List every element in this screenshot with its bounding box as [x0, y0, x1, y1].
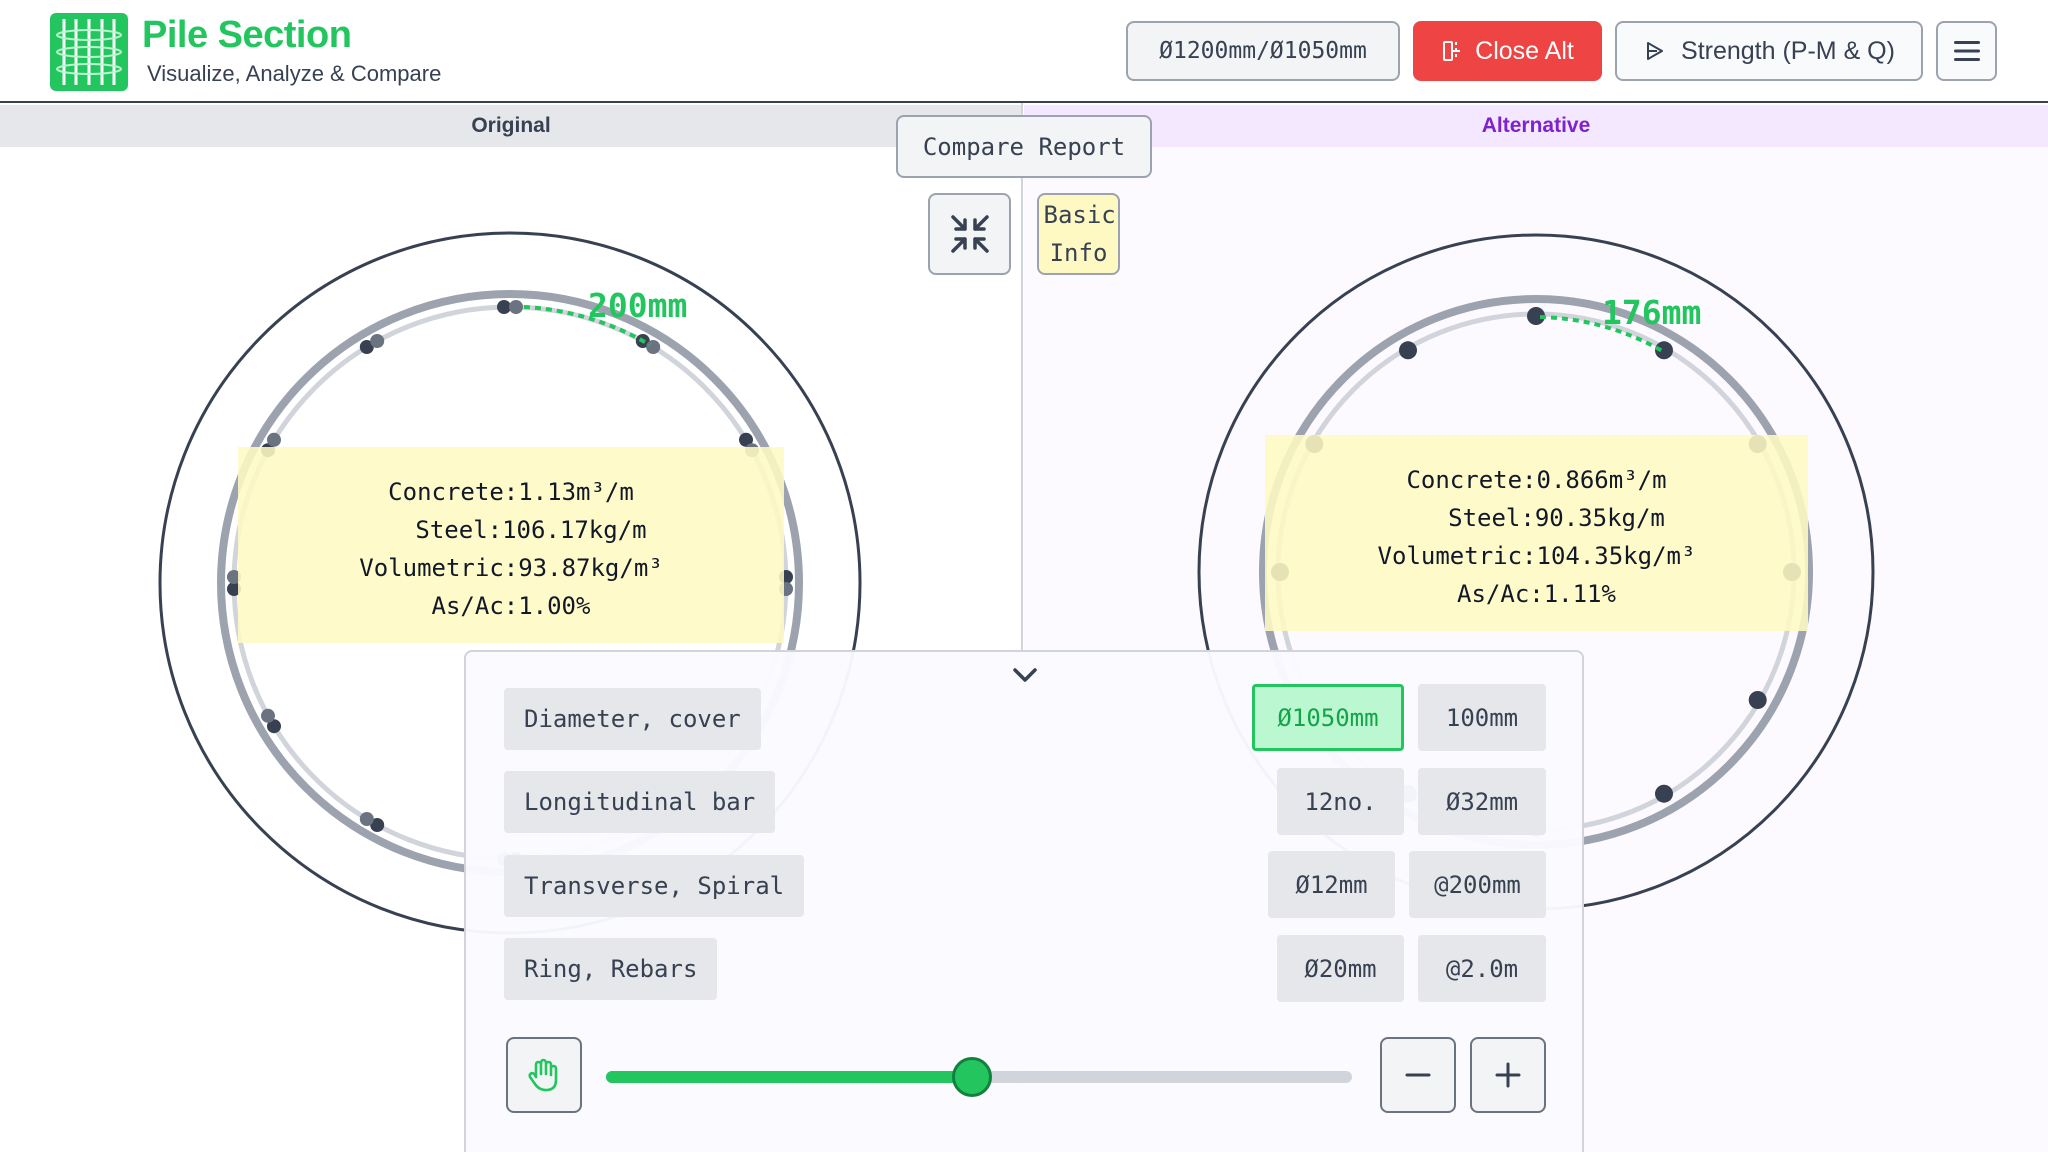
spiral-diameter-value[interactable]: Ø12mm	[1268, 851, 1395, 918]
bar-diameter-value-text: Ø32mm	[1445, 787, 1519, 816]
slider-thumb[interactable]	[951, 1057, 992, 1097]
collapse-arrows-icon	[950, 215, 989, 253]
alternative-volumetric: Volumetric:104.35kg/m³	[1377, 542, 1696, 570]
original-steel: Steel:106.17kg/m	[415, 516, 647, 544]
plus-icon	[1495, 1062, 1521, 1088]
row-label-text: Transverse, Spiral	[524, 872, 785, 900]
original-rebar-dot	[497, 300, 511, 314]
hand-drag-button[interactable]	[506, 1037, 582, 1113]
diameter-value-text: Ø1050mm	[1277, 703, 1379, 732]
row-label-text: Ring, Rebars	[524, 955, 698, 983]
original-spacing-label: 200mm	[588, 286, 688, 325]
cover-value-text: 100mm	[1445, 703, 1519, 732]
bar-count-value[interactable]: 12no.	[1277, 768, 1404, 835]
original-as-ac: As/Ac:1.00%	[431, 592, 591, 620]
alternative-as-ac: As/Ac:1.11%	[1457, 580, 1616, 608]
row-label-ring-rebars: Ring, Rebars	[504, 938, 718, 1000]
parameter-slider[interactable]	[606, 1057, 1352, 1097]
original-rebar-dot	[261, 708, 275, 723]
row-label-transverse-spiral: Transverse, Spiral	[504, 855, 805, 917]
bar-diameter-value[interactable]: Ø32mm	[1418, 768, 1546, 835]
slider-fill	[606, 1071, 972, 1083]
basic-info-button[interactable]: Basic Info	[1037, 193, 1120, 275]
app-root: Pile Section Visualize, Analyze & Compar…	[0, 0, 2048, 1152]
minus-icon	[1405, 1073, 1431, 1077]
cover-value[interactable]: 100mm	[1418, 684, 1546, 751]
ring-diameter-value[interactable]: Ø20mm	[1277, 935, 1404, 1002]
original-rebar-dot	[646, 340, 661, 354]
alternative-steel: Steel:90.35kg/m	[1448, 504, 1665, 532]
alternative-spacing-label: 176mm	[1602, 293, 1702, 332]
compare-report-label: Compare Report	[922, 132, 1126, 161]
original-rebar-dot	[359, 812, 374, 826]
compare-report-button[interactable]: Compare Report	[896, 115, 1152, 178]
alternative-info-box: Concrete:0.866m³/m Steel:90.35kg/m Volum…	[1265, 435, 1808, 631]
original-rebar-dot	[370, 334, 385, 348]
row-label-diameter-cover: Diameter, cover	[504, 688, 761, 750]
row-label-text: Longitudinal bar	[524, 788, 756, 816]
original-info-box: Concrete:1.13m³/m Steel:106.17kg/m Volum…	[238, 447, 784, 643]
bar-count-value-text: 12no.	[1304, 787, 1377, 816]
ring-spacing-value-text: @2.0m	[1445, 954, 1519, 983]
parameters-panel: Diameter, cover Ø1050mm 100mm Longitudin…	[464, 650, 1584, 1152]
alternative-rebar-dot	[1399, 341, 1417, 360]
spiral-pitch-value-text: @200mm	[1434, 870, 1521, 899]
spiral-pitch-value[interactable]: @200mm	[1409, 851, 1546, 918]
original-rebar-dot	[509, 300, 523, 314]
original-concrete: Concrete:1.13m³/m	[388, 478, 634, 506]
original-rebar-dot	[267, 432, 281, 447]
increment-button[interactable]	[1470, 1037, 1546, 1113]
alternative-rebar-dot	[1748, 691, 1767, 709]
ring-spacing-value[interactable]: @2.0m	[1418, 935, 1546, 1002]
decrement-button[interactable]	[1380, 1037, 1456, 1113]
row-label-longitudinal-bar: Longitudinal bar	[504, 771, 776, 833]
row-label-text: Diameter, cover	[524, 705, 741, 733]
collapse-button[interactable]	[928, 193, 1011, 275]
original-volumetric: Volumetric:93.87kg/m³	[359, 554, 663, 582]
diameter-value[interactable]: Ø1050mm	[1252, 684, 1404, 751]
spiral-diameter-value-text: Ø12mm	[1295, 870, 1368, 899]
ring-diameter-value-text: Ø20mm	[1304, 954, 1377, 983]
hand-icon	[528, 1058, 558, 1092]
basic-info-label: Basic Info	[1043, 201, 1116, 267]
alternative-rebar-dot	[1655, 784, 1673, 803]
chevron-down-icon[interactable]	[1009, 664, 1041, 686]
alternative-concrete: Concrete:0.866m³/m	[1406, 466, 1667, 494]
